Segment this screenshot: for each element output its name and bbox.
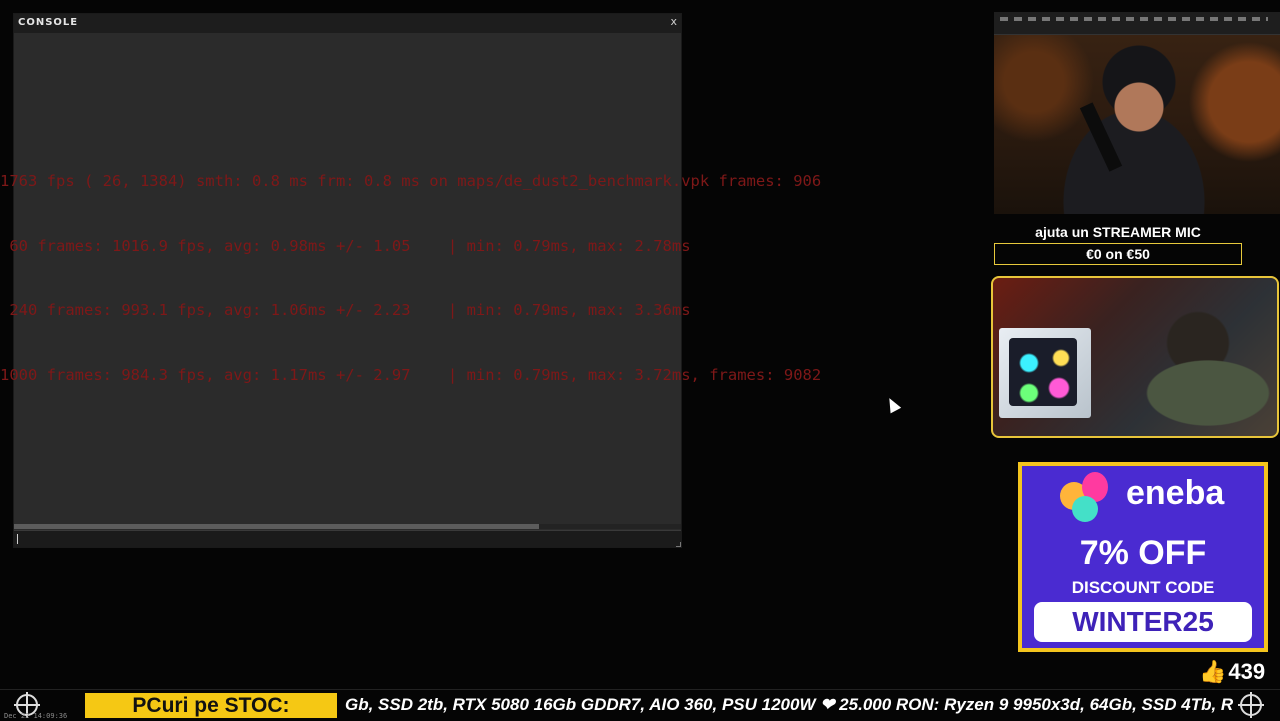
close-icon[interactable]: x [670, 15, 677, 28]
eneba-logo-icon [1060, 472, 1112, 524]
thumbs-up-icon: 👍 [1199, 659, 1227, 684]
benchmark-line: 1000 frames: 984.3 fps, avg: 1.17ms +/- … [0, 365, 822, 384]
rgb-fans-image [1009, 338, 1077, 406]
eneba-brand: eneba [1126, 474, 1225, 512]
crosshair-icon [1238, 692, 1264, 718]
text-caret [17, 534, 18, 544]
likes-count: 439 [1228, 659, 1266, 684]
pc-case-image [999, 328, 1091, 418]
discount-percent: 7% OFF [1079, 534, 1207, 572]
bottom-ticker: Dec 22 14:09:36 PCuri pe STOC: Gb, SSD 2… [0, 689, 1280, 721]
console-titlebar[interactable]: CONSOLE x [14, 14, 681, 33]
pc-camera-feed [991, 276, 1279, 438]
discount-code: WINTER25 [1034, 602, 1252, 642]
microphone-icon [1079, 102, 1123, 172]
ticker-label: PCuri pe STOC: [85, 693, 337, 718]
streamer-webcam [994, 12, 1280, 214]
resize-handle-icon[interactable] [676, 542, 681, 547]
console-scrollbar[interactable] [14, 524, 681, 529]
ticker-text: Gb, SSD 2tb, RTX 5080 16Gb GDDR7, AIO 36… [345, 695, 1234, 714]
discount-subtitle: DISCOUNT CODE [1071, 578, 1215, 597]
donation-title: ajuta un STREAMER MIC [1035, 224, 1201, 240]
webcam-browser-bar [994, 12, 1280, 35]
benchmark-line: 240 frames: 993.1 fps, avg: 1.06ms +/- 2… [0, 301, 691, 319]
benchmark-line: 1763 fps ( 26, 1384) smth: 0.8 ms frm: 0… [0, 172, 822, 190]
benchmark-output: 1763 fps ( 26, 1384) smth: 0.8 ms frm: 0… [0, 128, 995, 408]
timestamp: Dec 22 14:09:36 [4, 712, 68, 720]
donation-goal: €0 on €50 [994, 243, 1242, 265]
benchmark-line: 60 frames: 1016.9 fps, avg: 0.98ms +/- 1… [0, 236, 691, 255]
likes-counter: 👍439 [1199, 658, 1265, 686]
console-scroll-thumb[interactable] [14, 524, 539, 529]
console-title: CONSOLE [18, 17, 79, 28]
console-input[interactable] [14, 530, 681, 547]
eneba-ad[interactable]: eneba 7% OFF DISCOUNT CODE WINTER25 [1018, 462, 1268, 652]
